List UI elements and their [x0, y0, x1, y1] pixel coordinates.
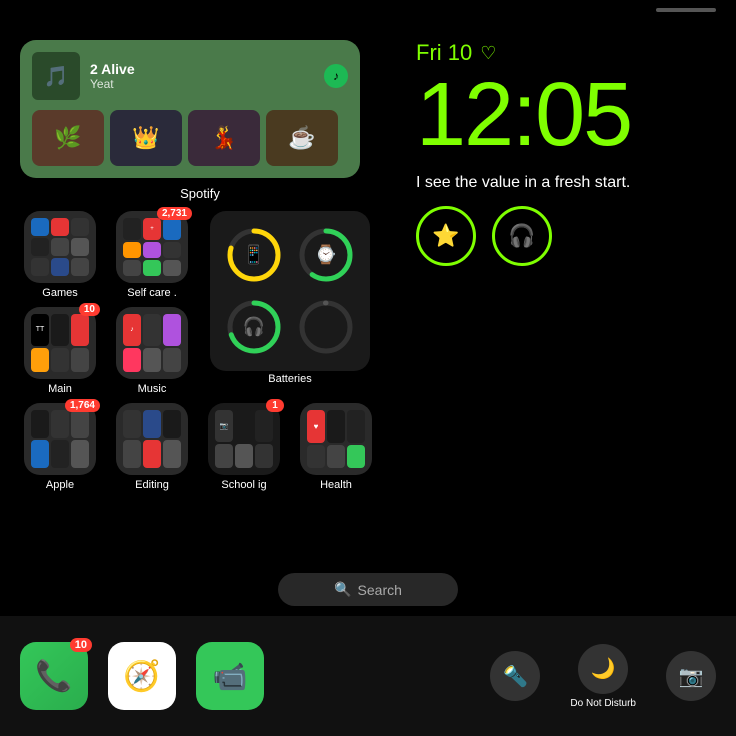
selfcare-folder-icon[interactable]: 2,731 +: [116, 211, 188, 283]
facetime-app[interactable]: 📹: [196, 642, 264, 710]
editing-folder-icon[interactable]: [116, 403, 188, 475]
spotify-img-3: 💃: [188, 110, 260, 166]
search-icon: 🔍: [334, 581, 351, 598]
main-badge: 10: [79, 303, 100, 316]
apple-label: Apple: [46, 479, 74, 491]
spotify-album-art: 🎵: [32, 52, 80, 100]
dnd-icon[interactable]: 🌙: [578, 644, 628, 694]
spotify-label: Spotify: [20, 186, 380, 201]
battery-watch: ⌚: [294, 223, 358, 287]
battery-iphone-circle: 📱: [225, 226, 283, 284]
music-folder-icon[interactable]: ♪: [116, 307, 188, 379]
main-folder[interactable]: 10 TT Main: [20, 307, 100, 395]
selfcare-label: Self care .: [127, 287, 177, 299]
search-bar[interactable]: 🔍 Search: [278, 573, 458, 606]
dock-right-buttons: 🔦 🌙 Do Not Disturb 📷: [490, 644, 716, 709]
apple-badge: 1,764: [65, 399, 100, 412]
editing-label: Editing: [135, 479, 169, 491]
schoolig-label: School ig: [221, 479, 266, 491]
batteries-label: Batteries: [268, 373, 311, 385]
spotify-img-4: ☕: [266, 110, 338, 166]
battery-airpods: 🎧: [222, 295, 286, 359]
airpods-icon: 🎧: [508, 223, 535, 249]
bottom-dock: 10 📞 🧭 📹 🔦 🌙 Do Not Disturb 📷: [0, 616, 736, 736]
games-folder-icon[interactable]: [24, 211, 96, 283]
clock-time: 12:05: [416, 70, 716, 160]
safari-app[interactable]: 🧭: [108, 642, 176, 710]
clock-quote: I see the value in a fresh start.: [416, 172, 716, 194]
clock-section: Fri 10 ♡ 12:05 I see the value in a fres…: [416, 40, 716, 266]
phone-badge: 10: [70, 638, 92, 652]
schoolig-folder-icon[interactable]: 1 📷: [208, 403, 280, 475]
batteries-widget: 📱 ⌚: [210, 211, 370, 371]
camera-btn[interactable]: 📷: [666, 651, 716, 701]
dnd-btn[interactable]: 🌙 Do Not Disturb: [570, 644, 636, 709]
music-label: Music: [138, 383, 167, 395]
battery-airpods-icon: 🎧: [243, 317, 265, 338]
editing-folder[interactable]: Editing: [112, 403, 192, 491]
spotify-img-2: 👑: [110, 110, 182, 166]
battery-watch-circle: ⌚: [297, 226, 355, 284]
clock-date: Fri 10: [416, 40, 472, 66]
music-folder[interactable]: ♪ Music: [112, 307, 192, 395]
status-bar: [656, 8, 716, 12]
star-icon: ⭐: [432, 223, 459, 249]
batteries-widget-wrapper: 📱 ⌚: [204, 211, 376, 395]
main-folder-icon[interactable]: 10 TT: [24, 307, 96, 379]
heart-icon: ♡: [480, 43, 496, 64]
health-folder-icon[interactable]: ♥: [300, 403, 372, 475]
games-label: Games: [42, 287, 77, 299]
battery-iphone: 📱: [222, 223, 286, 287]
phone-app[interactable]: 10 📞: [20, 642, 88, 710]
spotify-img-1: 🌿: [32, 110, 104, 166]
apple-folder[interactable]: 1,764 Apple: [20, 403, 100, 491]
battery-airpods-circle: 🎧: [225, 298, 283, 356]
battery-watch-icon: ⌚: [315, 245, 337, 266]
main-label: Main: [48, 383, 72, 395]
right-section: Fri 10 ♡ 12:05 I see the value in a fres…: [416, 40, 716, 266]
star-widget[interactable]: ⭐: [416, 206, 476, 266]
airpods-widget[interactable]: 🎧: [492, 206, 552, 266]
battery-empty: [294, 295, 358, 359]
widget-icons-row: ⭐ 🎧: [416, 206, 716, 266]
dock-apps: 10 📞 🧭 📹: [20, 642, 264, 710]
apple-folder-icon[interactable]: 1,764: [24, 403, 96, 475]
flashlight-icon[interactable]: 🔦: [490, 651, 540, 701]
selfcare-badge: 2,731: [157, 207, 192, 220]
search-label: Search: [358, 582, 402, 598]
battery-iphone-icon: 📱: [243, 245, 265, 266]
health-label: Health: [320, 479, 352, 491]
games-folder[interactable]: Games: [20, 211, 100, 299]
spotify-logo-icon: ♪: [324, 64, 348, 88]
spotify-song-artist: Yeat: [90, 77, 135, 91]
spotify-song-title: 2 Alive: [90, 61, 135, 77]
left-section: 🎵 2 Alive Yeat ♪ 🌿 👑 💃 ☕ Spotify: [20, 40, 380, 491]
camera-icon[interactable]: 📷: [666, 651, 716, 701]
app-grid: Games 2,731 + Self care .: [20, 211, 380, 491]
schoolig-folder[interactable]: 1 📷 School ig: [204, 403, 284, 491]
health-folder[interactable]: ♥ Health: [296, 403, 376, 491]
dnd-label: Do Not Disturb: [570, 698, 636, 709]
schoolig-badge: 1: [266, 399, 284, 412]
battery-empty-circle: [297, 298, 355, 356]
selfcare-folder[interactable]: 2,731 + Self care .: [112, 211, 192, 299]
spotify-widget[interactable]: 🎵 2 Alive Yeat ♪ 🌿 👑 💃 ☕: [20, 40, 360, 178]
flashlight-btn[interactable]: 🔦: [490, 651, 540, 701]
